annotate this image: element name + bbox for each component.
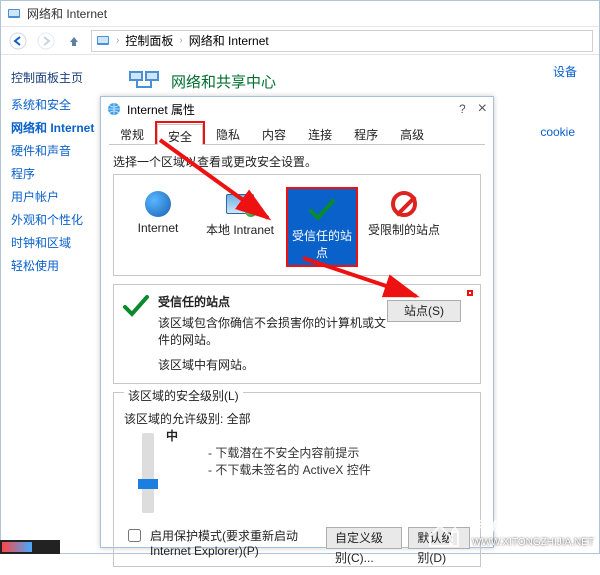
zone-list: Internet 本地 Intranet 受信任的站点 受限制的站点 bbox=[113, 174, 481, 276]
dialog-titlebar[interactable]: Internet 属性 ? × bbox=[101, 97, 493, 121]
dialog-title: Internet 属性 bbox=[127, 101, 195, 118]
globe-icon bbox=[107, 102, 121, 116]
security-level-group: 该区域的安全级别(L) 该区域的允许级别: 全部 中 下载潜在不安全内容前提示 … bbox=[113, 392, 481, 567]
checkmark-icon bbox=[307, 196, 337, 224]
address-bar-row: › 控制面板 › 网络和 Internet bbox=[1, 27, 599, 55]
breadcrumb-icon bbox=[96, 34, 110, 48]
window-titlebar: 网络和 Internet bbox=[1, 1, 599, 27]
zone-trusted-sites[interactable]: 受信任的站点 bbox=[286, 187, 358, 267]
annotation-red-box: 安全 bbox=[155, 121, 205, 144]
monitor-icon bbox=[226, 194, 254, 214]
network-sharing-icon bbox=[129, 67, 163, 95]
sidebar-item[interactable]: 系统和安全 bbox=[11, 96, 103, 113]
zone-internet[interactable]: Internet bbox=[122, 187, 194, 267]
watermark: 系统之家 WWW.XITONGZHIJIA.NET bbox=[428, 517, 594, 548]
level-bullet: 下载潜在不安全内容前提示 bbox=[208, 444, 371, 461]
slider-thumb[interactable] bbox=[138, 479, 158, 489]
chevron-icon: › bbox=[179, 35, 182, 46]
chevron-icon: › bbox=[116, 35, 119, 46]
allowed-levels: 该区域的允许级别: 全部 bbox=[124, 410, 470, 427]
sidebar-item[interactable]: 时钟和区域 bbox=[11, 234, 103, 251]
content-title[interactable]: 网络和共享中心 bbox=[171, 71, 276, 92]
sidebar-item[interactable]: 用户帐户 bbox=[11, 188, 103, 205]
sidebar-home[interactable]: 控制面板主页 bbox=[11, 69, 103, 86]
tab-general[interactable]: 常规 bbox=[109, 122, 155, 145]
tab-programs[interactable]: 程序 bbox=[343, 122, 389, 145]
taskbar-fragment bbox=[0, 540, 60, 554]
cookie-link[interactable]: cookie bbox=[540, 125, 575, 139]
sidebar-item[interactable]: 程序 bbox=[11, 165, 103, 182]
zone-label: Internet bbox=[122, 221, 194, 235]
sidebar: 控制面板主页 系统和安全 网络和 Internet 硬件和声音 程序 用户帐户 … bbox=[1, 57, 113, 288]
tab-security[interactable]: 安全 bbox=[157, 124, 203, 145]
custom-level-button[interactable]: 自定义级别(C)... bbox=[326, 527, 402, 549]
trusted-sites-info: 站点(S) 受信任的站点 该区域包含你确信不会损害你的计算机或文件的网站。 该区… bbox=[113, 284, 481, 384]
trusted-desc: 该区域包含你确信不会损害你的计算机或文件的网站。 bbox=[158, 314, 388, 348]
instruction-text: 选择一个区域以查看或更改安全设置。 bbox=[113, 153, 481, 170]
zone-label: 受信任的站点 bbox=[290, 227, 354, 261]
zone-local-intranet[interactable]: 本地 Intranet bbox=[204, 187, 276, 267]
checkmark-icon bbox=[122, 293, 150, 321]
sidebar-item[interactable]: 硬件和声音 bbox=[11, 142, 103, 159]
security-level-slider[interactable] bbox=[142, 433, 154, 513]
sidebar-item[interactable]: 轻松使用 bbox=[11, 257, 103, 274]
tab-strip: 常规 安全 隐私 内容 连接 程序 高级 bbox=[109, 121, 485, 145]
breadcrumb-section[interactable]: 网络和 Internet bbox=[189, 32, 269, 49]
tab-connections[interactable]: 连接 bbox=[297, 122, 343, 145]
zone-label: 受限制的站点 bbox=[368, 221, 440, 238]
sidebar-item[interactable]: 外观和个性化 bbox=[11, 211, 103, 228]
back-button[interactable] bbox=[7, 30, 29, 52]
control-panel-icon bbox=[7, 7, 21, 21]
breadcrumb-bar[interactable]: › 控制面板 › 网络和 Internet bbox=[91, 30, 593, 52]
window-title: 网络和 Internet bbox=[27, 5, 107, 22]
internet-properties-dialog: Internet 属性 ? × 常规 安全 隐私 内容 连接 程序 高级 选择一… bbox=[100, 96, 494, 548]
zone-restricted-sites[interactable]: 受限制的站点 bbox=[368, 187, 440, 267]
annotation-red-box: 站点(S) bbox=[467, 290, 473, 296]
trusted-note: 该区域中有网站。 bbox=[158, 356, 470, 373]
forbidden-icon bbox=[391, 191, 417, 217]
security-level-heading: 该区域的安全级别(L) bbox=[124, 387, 243, 404]
help-button[interactable]: ? bbox=[459, 102, 466, 116]
tab-content[interactable]: 内容 bbox=[251, 122, 297, 145]
up-button[interactable] bbox=[63, 30, 85, 52]
globe-icon bbox=[145, 191, 171, 217]
breadcrumb-cp[interactable]: 控制面板 bbox=[125, 32, 173, 49]
level-bullet: 不下载未签名的 ActiveX 控件 bbox=[208, 461, 371, 478]
watermark-title: 系统之家 bbox=[472, 517, 594, 537]
watermark-url: WWW.XITONGZHIJIA.NET bbox=[472, 537, 594, 548]
level-value: 中 bbox=[166, 427, 371, 444]
protected-mode-label: 启用保护模式(要求重新启动 Internet Explorer)(P) bbox=[150, 527, 320, 558]
forward-button[interactable] bbox=[35, 30, 57, 52]
security-panel: 选择一个区域以查看或更改安全设置。 Internet 本地 Intranet 受… bbox=[101, 145, 493, 575]
close-button[interactable]: × bbox=[478, 100, 487, 118]
tab-advanced[interactable]: 高级 bbox=[389, 122, 435, 145]
sidebar-item-active[interactable]: 网络和 Internet bbox=[11, 119, 103, 136]
enable-protected-mode-checkbox[interactable] bbox=[128, 529, 141, 542]
watermark-logo-icon bbox=[428, 518, 466, 548]
zone-label: 本地 Intranet bbox=[204, 221, 276, 238]
device-link[interactable]: 设备 bbox=[553, 63, 577, 80]
sites-button[interactable]: 站点(S) bbox=[387, 300, 461, 322]
tab-privacy[interactable]: 隐私 bbox=[205, 122, 251, 145]
